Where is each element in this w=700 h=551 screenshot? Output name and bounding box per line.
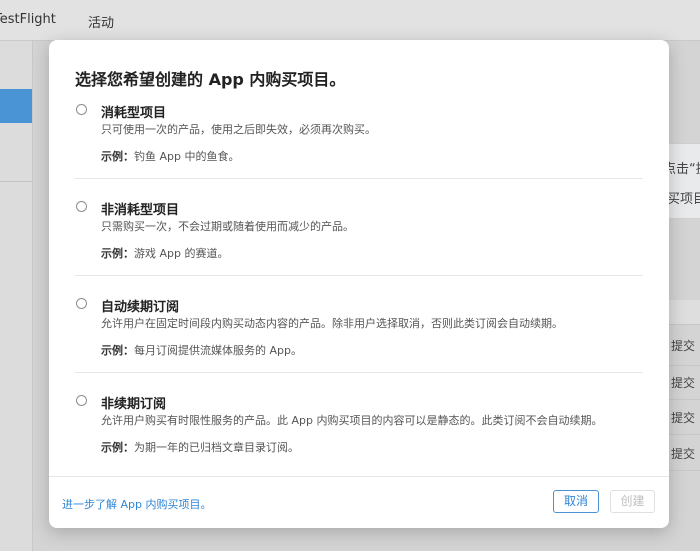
top-navigation-bar: TestFlight 活动 <box>0 0 700 41</box>
cancel-button[interactable]: 取消 <box>553 490 599 513</box>
create-button[interactable]: 创建 <box>610 490 655 513</box>
background-sidebar-active-item[interactable] <box>0 89 32 123</box>
radio-consumable[interactable] <box>76 104 87 115</box>
example-text: 游戏 App 的赛道。 <box>134 247 229 260</box>
option-divider <box>75 178 643 179</box>
option-example: 示例：每月订阅提供流媒体服务的 App。 <box>101 342 302 358</box>
dialog-title: 选择您希望创建的 App 内购买项目。 <box>75 70 346 89</box>
option-title: 非续期订阅 <box>101 397 167 412</box>
option-description: 允许用户购买有时限性服务的产品。此 App 内购买项目的内容可以是静态的。此类订… <box>101 414 603 427</box>
radio-non-renewing-subscription[interactable] <box>76 395 87 406</box>
option-example: 示例：钓鱼 App 中的鱼食。 <box>101 148 239 164</box>
option-non-renewing-subscription[interactable]: 非续期订阅 允许用户购买有时限性服务的产品。此 App 内购买项目的内容可以是静… <box>49 393 669 489</box>
option-description: 允许用户在固定时间段内购买动态内容的产品。除非用户选择取消，否则此类订阅会自动续… <box>101 317 563 330</box>
example-label: 示例： <box>101 247 134 260</box>
background-row-status: 提交 <box>671 447 696 461</box>
option-title: 自动续期订阅 <box>101 300 180 315</box>
background-info-text-2: 买项目 <box>667 192 700 207</box>
dialog-footer-divider <box>49 476 669 477</box>
option-non-consumable[interactable]: 非消耗型项目 只需购买一次，不会过期或随着使用而减少的产品。 示例：游戏 App… <box>49 199 669 295</box>
option-title: 非消耗型项目 <box>101 203 180 218</box>
nav-tab-testflight[interactable]: TestFlight <box>0 12 56 27</box>
radio-auto-renewable-subscription[interactable] <box>76 298 87 309</box>
example-text: 每月订阅提供流媒体服务的 App。 <box>134 344 302 357</box>
option-description: 只需购买一次，不会过期或随着使用而减少的产品。 <box>101 220 354 233</box>
option-example: 示例：为期一年的已归档文章目录订阅。 <box>101 439 299 455</box>
example-label: 示例： <box>101 344 134 357</box>
option-consumable[interactable]: 消耗型项目 只可使用一次的产品，使用之后即失效，必须再次购买。 示例：钓鱼 Ap… <box>49 102 669 198</box>
radio-non-consumable[interactable] <box>76 201 87 212</box>
option-title: 消耗型项目 <box>101 106 167 121</box>
background-row-status: 提交 <box>671 376 696 390</box>
background-row-status: 提交 <box>671 411 696 425</box>
example-text: 为期一年的已归档文章目录订阅。 <box>134 441 299 454</box>
example-label: 示例： <box>101 441 134 454</box>
option-divider <box>75 275 643 276</box>
option-description: 只可使用一次的产品，使用之后即失效，必须再次购买。 <box>101 123 376 136</box>
learn-more-link[interactable]: 进一步了解 App 内购买项目。 <box>62 496 211 512</box>
create-in-app-purchase-dialog: 选择您希望创建的 App 内购买项目。 消耗型项目 只可使用一次的产品，使用之后… <box>49 40 669 528</box>
option-divider <box>75 372 643 373</box>
background-sidebar-divider <box>0 181 32 182</box>
example-label: 示例： <box>101 150 134 163</box>
background-row-status: 提交 <box>671 339 696 353</box>
nav-tab-activity[interactable]: 活动 <box>88 12 114 31</box>
option-example: 示例：游戏 App 的赛道。 <box>101 245 228 261</box>
option-auto-renewable-subscription[interactable]: 自动续期订阅 允许用户在固定时间段内购买动态内容的产品。除非用户选择取消，否则此… <box>49 296 669 392</box>
example-text: 钓鱼 App 中的鱼食。 <box>134 150 240 163</box>
